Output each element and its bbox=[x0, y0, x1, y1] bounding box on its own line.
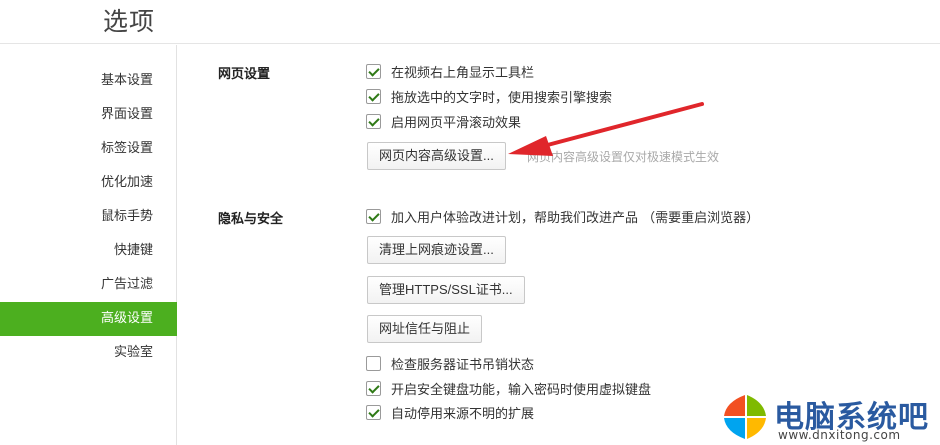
sidebar-item-shortcuts[interactable]: 快捷键 bbox=[0, 234, 177, 268]
sidebar-item-basic[interactable]: 基本设置 bbox=[0, 64, 177, 98]
page-title: 选项 bbox=[103, 7, 156, 36]
url-trust-block-button[interactable]: 网址信任与阻止 bbox=[367, 315, 483, 343]
option-label: 加入用户体验改进计划，帮助我们改进产品 （需要重启浏览器） bbox=[391, 210, 760, 226]
option-smooth-scroll[interactable]: 启用网页平滑滚动效果 bbox=[366, 111, 521, 131]
sidebar-item-ad-filter[interactable]: 广告过滤 bbox=[0, 268, 177, 302]
option-label: 启用网页平滑滚动效果 bbox=[391, 115, 522, 131]
option-disable-unknown-extensions[interactable]: 自动停用来源不明的扩展 bbox=[366, 402, 534, 422]
header: 选项 bbox=[0, 0, 940, 44]
sidebar: 基本设置 界面设置 标签设置 优化加速 鼠标手势 快捷键 广告过滤 高级设置 实… bbox=[0, 45, 177, 445]
checkbox-secure-keyboard[interactable] bbox=[366, 380, 381, 396]
checkbox-video-toolbar[interactable] bbox=[366, 63, 381, 79]
sidebar-item-advanced[interactable]: 高级设置 bbox=[0, 302, 177, 336]
watermark: 电脑系统吧 www.dnxitong.com bbox=[722, 392, 940, 445]
sidebar-item-interface[interactable]: 界面设置 bbox=[0, 98, 177, 132]
sidebar-item-optimize[interactable]: 优化加速 bbox=[0, 166, 177, 200]
option-secure-keyboard[interactable]: 开启安全键盘功能，输入密码时使用虚拟键盘 bbox=[366, 378, 651, 398]
checkbox-join-program[interactable] bbox=[366, 208, 381, 224]
settings-content: 网页设置 在视频右上角显示工具栏 拖放选中的文字时，使用搜索引擎搜索 启用网页平… bbox=[178, 45, 940, 445]
option-label: 自动停用来源不明的扩展 bbox=[391, 406, 535, 422]
option-drag-search[interactable]: 拖放选中的文字时，使用搜索引擎搜索 bbox=[366, 86, 612, 106]
checkbox-drag-search[interactable] bbox=[366, 88, 381, 104]
windows-logo-icon bbox=[724, 395, 766, 439]
sidebar-item-tabs[interactable]: 标签设置 bbox=[0, 132, 177, 166]
checkbox-disable-unknown-extensions[interactable] bbox=[366, 404, 381, 420]
option-label: 开启安全键盘功能，输入密码时使用虚拟键盘 bbox=[391, 382, 652, 398]
section-title-privacy: 隐私与安全 bbox=[218, 212, 284, 227]
clear-traces-button[interactable]: 清理上网痕迹设置... bbox=[367, 236, 506, 264]
option-label: 检查服务器证书吊销状态 bbox=[391, 357, 535, 373]
option-label: 拖放选中的文字时，使用搜索引擎搜索 bbox=[391, 90, 613, 106]
checkbox-check-cert-revocation[interactable] bbox=[366, 355, 381, 371]
option-join-program[interactable]: 加入用户体验改进计划，帮助我们改进产品 （需要重启浏览器） bbox=[366, 206, 759, 226]
sidebar-item-lab[interactable]: 实验室 bbox=[0, 336, 177, 370]
sidebar-item-mouse-gestures[interactable]: 鼠标手势 bbox=[0, 200, 177, 234]
web-content-advanced-button[interactable]: 网页内容高级设置... bbox=[367, 142, 506, 170]
option-label: 在视频右上角显示工具栏 bbox=[391, 65, 535, 81]
option-video-toolbar[interactable]: 在视频右上角显示工具栏 bbox=[366, 61, 534, 81]
advanced-settings-hint: 网页内容高级设置仅对极速模式生效 bbox=[527, 150, 720, 164]
checkbox-smooth-scroll[interactable] bbox=[366, 113, 381, 129]
section-title-web-settings: 网页设置 bbox=[218, 67, 271, 82]
option-check-cert-revocation[interactable]: 检查服务器证书吊销状态 bbox=[366, 353, 534, 373]
manage-certificates-button[interactable]: 管理HTTPS/SSL证书... bbox=[367, 276, 525, 304]
watermark-url: www.dnxitong.com bbox=[778, 428, 901, 442]
